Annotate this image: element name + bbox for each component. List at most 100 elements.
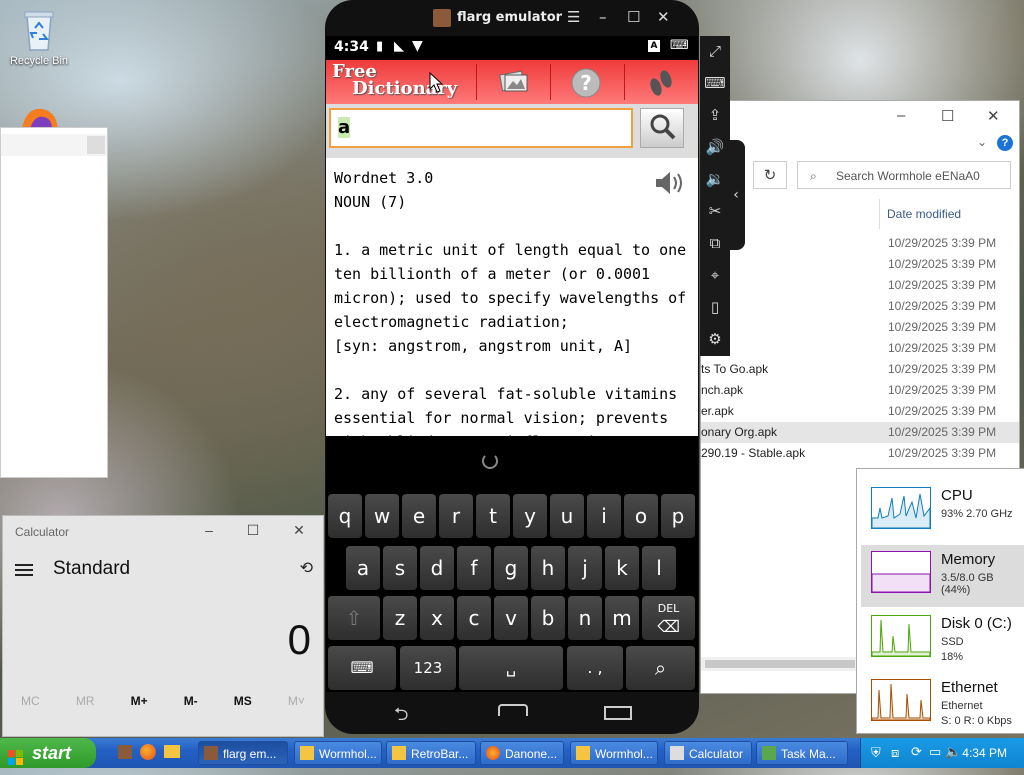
file-row[interactable]: er.apk 10/29/2025 3:39 PM	[701, 401, 1019, 422]
mr-button[interactable]: MR	[76, 694, 95, 708]
file-row[interactable]: 10/29/2025 3:39 PM	[701, 233, 1019, 254]
window-scroll-button[interactable]	[87, 136, 105, 154]
exit-button[interactable]	[642, 67, 678, 97]
volume-icon[interactable]: 🔈	[945, 744, 961, 760]
close-button[interactable]: ✕	[987, 107, 1000, 125]
close-button[interactable]: ✕	[657, 8, 670, 26]
home-icon[interactable]	[498, 704, 528, 716]
search-button[interactable]	[640, 108, 684, 148]
volume-down-icon[interactable]: 🔉	[704, 168, 726, 190]
key-t[interactable]: t	[476, 494, 510, 538]
expand-ribbon-icon[interactable]: ⌄	[977, 135, 987, 149]
clock[interactable]: 4:34 PM	[962, 746, 1007, 760]
key-j[interactable]: j	[568, 546, 602, 590]
shift-key[interactable]: ⇧	[328, 596, 380, 640]
firefox-desktop-icon[interactable]	[18, 105, 60, 129]
flashcards-button[interactable]	[496, 67, 532, 97]
file-row[interactable]: 10/29/2025 3:39 PM	[701, 275, 1019, 296]
column-header-date-modified[interactable]: Date modified	[887, 207, 961, 221]
emulator-titlebar[interactable]: flarg emulator ☰ – ☐ ✕	[325, 0, 699, 36]
key-i[interactable]: i	[587, 494, 621, 538]
key-d[interactable]: d	[420, 546, 454, 590]
calculator-window[interactable]: Calculator – ☐ ✕ Standard ⟲ 0 MC MR M+ M…	[2, 515, 324, 737]
key-g[interactable]: g	[494, 546, 528, 590]
key-c[interactable]: c	[457, 596, 491, 640]
key-b[interactable]: b	[531, 596, 565, 640]
scissors-icon[interactable]: ✂	[704, 200, 726, 222]
key-m[interactable]: m	[605, 596, 639, 640]
key-u[interactable]: u	[550, 494, 584, 538]
location-icon[interactable]: ⌖	[704, 264, 726, 286]
key-f[interactable]: f	[457, 546, 491, 590]
collapse-toolbar-tab[interactable]: ‹	[727, 140, 745, 250]
close-button[interactable]: ✕	[289, 522, 309, 539]
ms-button[interactable]: MS	[234, 694, 252, 708]
taskbar-button-emulator[interactable]: flarg em...	[198, 741, 288, 765]
recents-icon[interactable]	[604, 706, 632, 720]
task-manager-window[interactable]: CPU 93% 2.70 GHz Memory 3.5/8.0 GB (44%)…	[856, 468, 1024, 734]
key-l[interactable]: l	[642, 546, 676, 590]
help-button[interactable]: ?	[568, 67, 604, 98]
key-e[interactable]: e	[402, 494, 436, 538]
back-icon[interactable]: ⮌	[394, 702, 408, 732]
help-icon[interactable]: ?	[997, 135, 1013, 151]
shield-icon[interactable]: ⛨	[871, 745, 881, 761]
memory-item[interactable]: Memory 3.5/8.0 GB (44%)	[861, 545, 1024, 607]
key-s[interactable]: s	[383, 546, 417, 590]
key-p[interactable]: p	[661, 494, 695, 538]
key-n[interactable]: n	[568, 596, 602, 640]
taskbar-button-firefox[interactable]: Danone...	[480, 741, 564, 765]
taskbar-button-explorer[interactable]: Wormhol...	[294, 741, 382, 765]
search-input[interactable]: ⌕ Search Wormhole eENaA0	[797, 161, 1011, 189]
settings-icon[interactable]: ⚙	[704, 328, 726, 350]
minimize-button[interactable]: –	[199, 522, 219, 538]
keyboard-settings-key[interactable]: ⌨	[328, 646, 396, 690]
delete-key[interactable]: DEL ⌫	[642, 596, 695, 640]
history-icon[interactable]: ⟲	[300, 558, 313, 578]
search-input[interactable]: a	[329, 108, 633, 148]
file-row[interactable]: 10/29/2025 3:39 PM	[701, 254, 1019, 275]
file-row[interactable]: k10/29/2025 3:39 PM	[701, 338, 1019, 359]
calculator-titlebar[interactable]: Calculator – ☐ ✕	[3, 516, 323, 548]
shake-icon[interactable]: ▯	[704, 296, 726, 318]
taskbar-button-explorer-2[interactable]: Wormhol...	[570, 741, 658, 765]
maximize-button[interactable]: ☐	[627, 8, 640, 26]
ethernet-item[interactable]: Ethernet Ethernet S: 0 R: 0 Kbps	[861, 673, 1024, 735]
refresh-button[interactable]: ↻	[753, 161, 787, 189]
key-v[interactable]: v	[494, 596, 528, 640]
file-row[interactable]: nch.apk 10/29/2025 3:39 PM	[701, 380, 1019, 401]
multi-window-icon[interactable]: ⧉	[704, 232, 726, 254]
quicklaunch-firefox-icon[interactable]	[140, 744, 156, 760]
keyboard-icon[interactable]: ⌨	[704, 72, 726, 94]
volume-up-icon[interactable]: 🔊	[704, 136, 726, 158]
maximize-button[interactable]: ☐	[941, 107, 954, 125]
key-k[interactable]: k	[605, 546, 639, 590]
space-key[interactable]: ␣	[459, 646, 563, 690]
start-button[interactable]: start	[0, 738, 96, 768]
cpu-item[interactable]: CPU 93% 2.70 GHz	[861, 481, 1024, 543]
monitor-icon[interactable]: ▭	[929, 744, 941, 760]
file-row[interactable]: ts To Go.apk 10/29/2025 3:39 PM	[701, 359, 1019, 380]
key-a[interactable]: a	[346, 546, 380, 590]
minimize-button[interactable]: –	[897, 107, 905, 124]
disk-item[interactable]: Disk 0 (C:) SSD 18%	[861, 609, 1024, 671]
mc-button[interactable]: MC	[21, 694, 40, 708]
search-key[interactable]: ⌕	[626, 646, 695, 690]
install-apk-icon[interactable]: ⇪	[704, 104, 726, 126]
file-row-selected[interactable]: onary Org.apk 10/29/2025 3:39 PM	[701, 422, 1019, 443]
quicklaunch-app-icon[interactable]	[118, 745, 132, 759]
numbers-key[interactable]: 123	[400, 646, 456, 690]
key-r[interactable]: r	[439, 494, 473, 538]
minimize-button[interactable]: –	[599, 8, 607, 26]
key-h[interactable]: h	[531, 546, 565, 590]
fullscreen-icon[interactable]: ⤢	[704, 40, 726, 62]
taskbar-button-taskmanager[interactable]: Task Ma...	[756, 741, 848, 765]
m-plus-button[interactable]: M+	[131, 694, 148, 708]
maximize-button[interactable]: ☐	[243, 522, 263, 539]
quicklaunch-folder-icon[interactable]	[164, 745, 180, 758]
file-row[interactable]: 10/29/2025 3:39 PM	[701, 317, 1019, 338]
m-minus-button[interactable]: M-	[184, 694, 198, 708]
menu-icon[interactable]	[15, 561, 33, 579]
sync-icon[interactable]: ⟳	[911, 744, 922, 760]
scrollbar-thumb[interactable]	[705, 660, 855, 668]
